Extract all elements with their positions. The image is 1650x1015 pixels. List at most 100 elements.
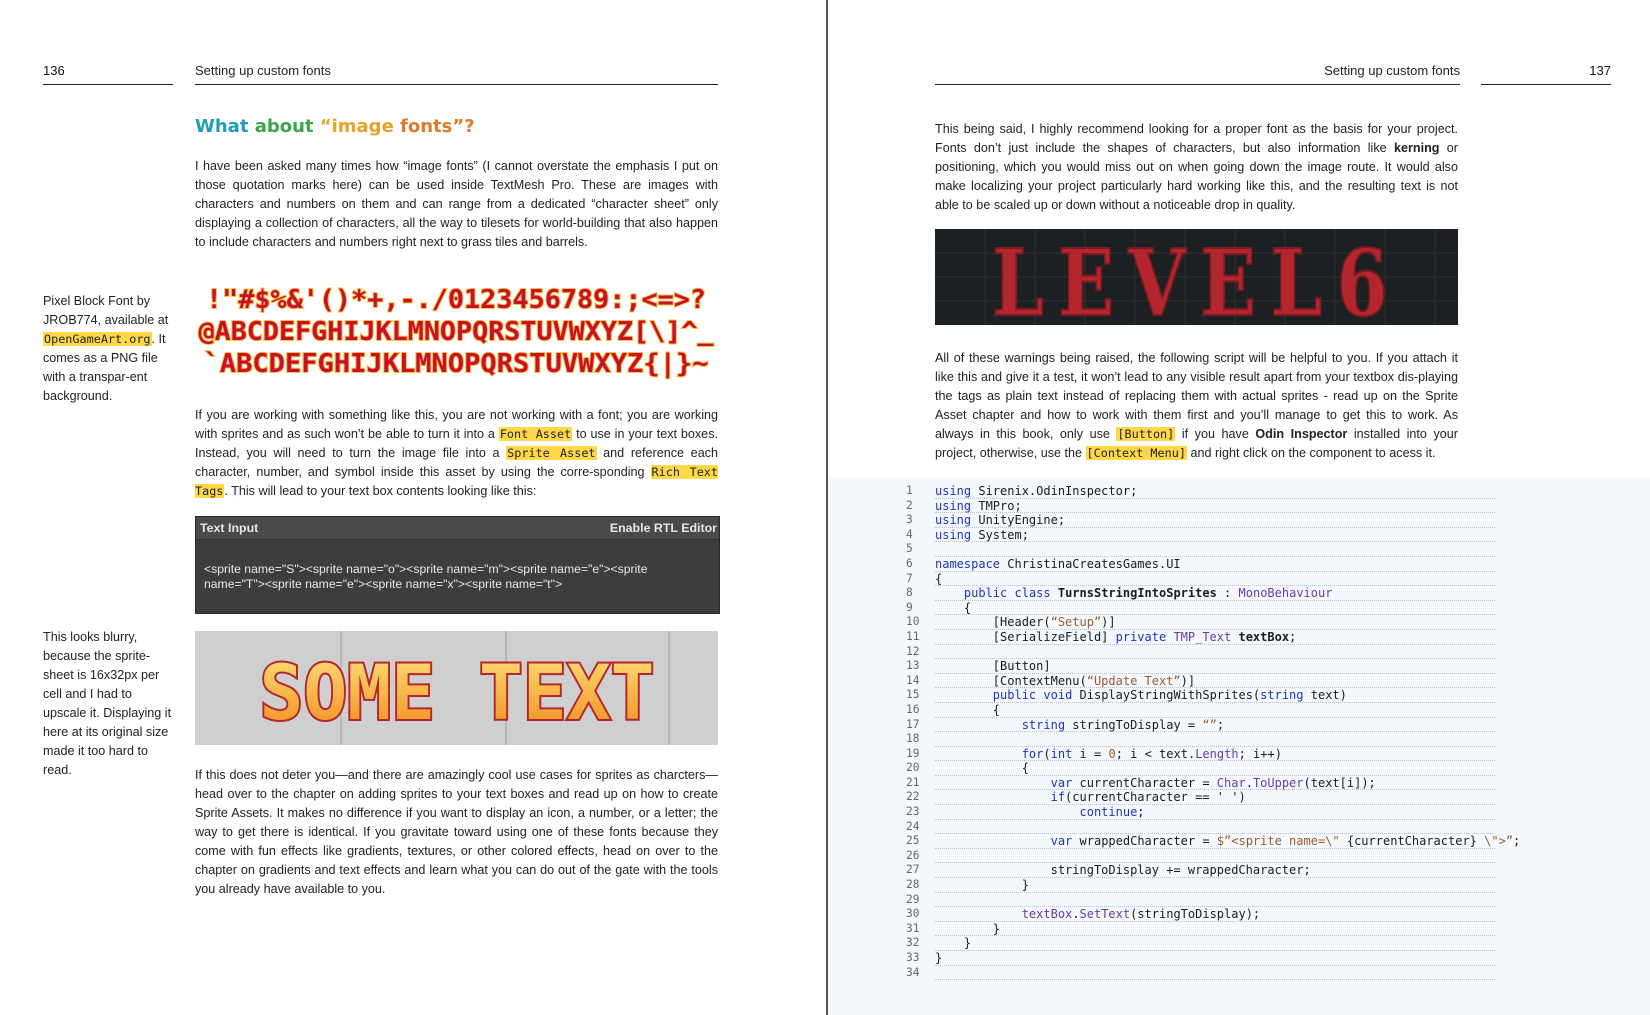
code-token: i < text.: [1130, 746, 1196, 761]
code-token: ;: [1216, 717, 1225, 732]
page-number: 136: [43, 63, 65, 78]
code-token: {currentCharacter}: [1346, 834, 1477, 849]
script-intro-paragraph: All of these warnings being raised, the …: [935, 349, 1458, 463]
text-input-titlebar: Text Input Enable RTL Editor: [196, 517, 719, 540]
kerning-term: kerning: [1393, 141, 1440, 155]
code-token: DisplayStringWithSprites(: [1079, 688, 1261, 703]
code-token: ;: [1238, 746, 1246, 761]
text-input-title: Text Input: [200, 521, 259, 535]
code-token: ChristinaCreatesGames.UI: [1007, 556, 1181, 571]
code-text: using TMPro;: [935, 499, 1495, 514]
line-number: 4: [906, 527, 913, 541]
sidenote-blurry: This looks blurry, because the sprite-sh…: [43, 630, 172, 777]
text-input-line: name="T"><sprite name="e"><sprite name="…: [204, 577, 563, 591]
header-rule: [195, 84, 718, 85]
code-text: var currentCharacter = Char.ToUpper(text…: [935, 776, 1495, 791]
code-token: }: [935, 936, 972, 951]
code-token: ;: [1115, 746, 1123, 761]
paragraph-text: if you have: [1175, 427, 1256, 441]
line-number: 17: [906, 717, 920, 731]
code-text: [Button]: [935, 659, 1495, 674]
some-text-sprites: SOME TEXT: [258, 646, 657, 739]
some-text-label: SOME TEXT: [260, 648, 655, 737]
line-number: 19: [906, 746, 920, 760]
level-6-image: LEVEL6: [935, 229, 1458, 325]
line-number: 33: [906, 951, 920, 964]
code-token: “”: [1202, 717, 1217, 732]
code-token: (currentCharacter == ' '): [1065, 790, 1246, 805]
line-number: 13: [906, 659, 920, 673]
paragraph-text: . This will lead to your text box conten…: [224, 484, 537, 498]
font-recommendation-paragraph: This being said, I highly recommend look…: [935, 120, 1458, 215]
section-heading: What about “image fonts”?: [195, 116, 475, 137]
code-text: [935, 849, 1495, 864]
page-number: 137: [1589, 63, 1611, 78]
code-token: public: [963, 586, 1008, 601]
line-number: 1: [906, 484, 913, 497]
line-number: 6: [906, 556, 913, 570]
code-token: string: [1260, 688, 1304, 703]
code-token: using: [935, 527, 972, 542]
text-input-field[interactable]: <sprite name="S"><sprite name="o"><sprit…: [196, 540, 719, 592]
code-token: ToUpper: [1252, 775, 1304, 790]
code-token: (stringToDisplay);: [1130, 907, 1261, 922]
line-number: 21: [906, 775, 920, 789]
code-token: }: [935, 878, 1029, 893]
code-text: namespace ChristinaCreatesGames.UI: [935, 557, 1495, 572]
code-token: }: [935, 921, 1001, 936]
opengameart-link[interactable]: OpenGameArt.org: [43, 332, 152, 346]
code-token: TurnsStringIntoSprites: [1057, 586, 1217, 601]
code-text: [ContextMenu(“Update Text”)]: [935, 674, 1495, 689]
code-token: namespace: [935, 556, 1001, 571]
line-number: 26: [906, 848, 920, 862]
enable-rtl-editor-toggle[interactable]: Enable RTL Editor: [610, 517, 717, 539]
code-token: using: [935, 498, 972, 513]
code-token: System;: [978, 527, 1029, 542]
pixel-font-row: @ABCDEFGHIJKLMNOPQRSTUVWXYZ[\]^_: [199, 317, 714, 347]
code-text: using UnityEngine;: [935, 513, 1495, 528]
code-token: void: [1043, 688, 1073, 703]
code-token: Char: [1216, 775, 1246, 790]
line-number: 28: [906, 878, 920, 892]
line-number: 18: [906, 732, 920, 746]
line-number: 31: [906, 921, 920, 935]
left-page: 136 Setting up custom fonts What about “…: [0, 0, 826, 1015]
code-token: {: [935, 600, 972, 615]
code-text: continue;: [935, 805, 1495, 820]
code-token: using: [935, 513, 972, 528]
code-token: if: [1050, 790, 1066, 805]
header-rule: [935, 84, 1460, 85]
code-text: [935, 966, 1495, 981]
code-token: [Button]: [935, 659, 1051, 674]
code-token: TMPro;: [978, 498, 1022, 513]
code-token: continue: [1079, 805, 1138, 820]
code-text: public void DisplayStringWithSprites(str…: [935, 688, 1495, 703]
line-number: 14: [906, 673, 920, 687]
code-token: currentCharacter =: [1079, 775, 1210, 790]
code-text: [935, 645, 1495, 660]
code-text: textBox.SetText(stringToDisplay);: [935, 907, 1495, 922]
code-token: private: [1115, 629, 1167, 644]
code-token: SetText: [1079, 907, 1131, 922]
line-number: 34: [906, 965, 920, 979]
code-token: string: [1021, 717, 1066, 732]
running-header: Setting up custom fonts: [195, 63, 331, 78]
code-token: Sirenix.OdinInspector;: [978, 484, 1138, 498]
sprite-asset-term: Sprite Asset: [506, 446, 597, 460]
code-token: {: [935, 702, 1001, 717]
line-number: 11: [906, 629, 920, 643]
code-token: [ContextMenu(: [935, 673, 1087, 688]
code-token: [Header(: [935, 615, 1051, 630]
heading-word: What: [195, 116, 255, 137]
code-token: .: [1072, 907, 1080, 922]
line-number: 15: [906, 688, 920, 702]
code-token: textBox: [1021, 907, 1073, 922]
code-token: TMP_Text: [1173, 629, 1232, 644]
level-6-graphic: LEVEL6: [935, 229, 1458, 325]
code-text: using System;: [935, 528, 1495, 543]
text-input-panel: Text Input Enable RTL Editor <sprite nam…: [195, 516, 720, 614]
line-number: 29: [906, 892, 920, 906]
